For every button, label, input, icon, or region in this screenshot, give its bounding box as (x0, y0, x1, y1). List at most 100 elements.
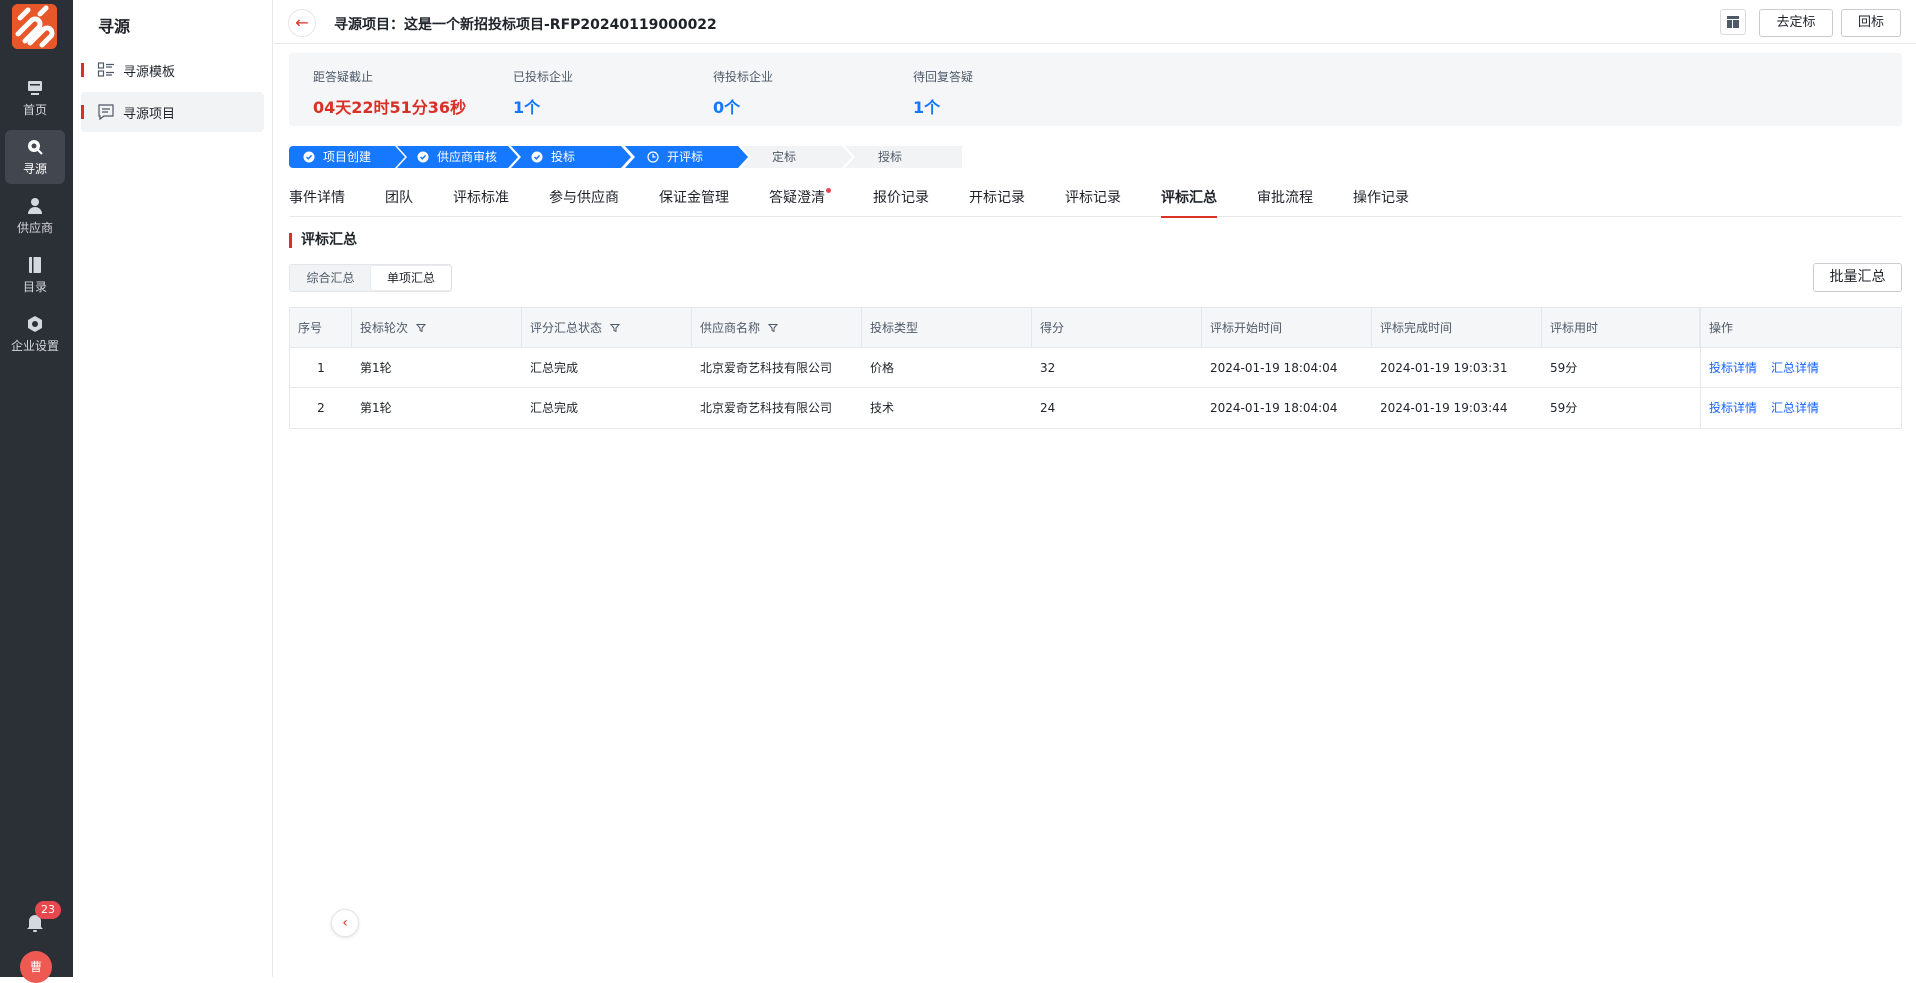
cell-actions: 投标详情 汇总详情 (1700, 388, 1833, 428)
tab-event-details[interactable]: 事件详情 (289, 187, 345, 217)
app-logo[interactable] (12, 4, 57, 49)
supplier-icon (28, 198, 42, 214)
table-row: 1 第1轮 汇总完成 北京爱奇艺科技有限公司 价格 32 2024-01-19 … (290, 348, 1901, 388)
cell-score: 24 (1040, 401, 1056, 415)
step-award-grant: 授标 (845, 146, 962, 168)
tab-evaluation-records[interactable]: 评标记录 (1065, 187, 1121, 217)
step-award-decision: 定标 (741, 146, 852, 168)
cell-score: 32 (1040, 361, 1056, 375)
page-header: ← 寻源项目：这是一个新招投标项目-RFP20240119000022 去定标 … (274, 0, 1916, 44)
unread-dot (826, 188, 831, 193)
check-circle-icon (531, 151, 543, 163)
bid-details-link[interactable]: 投标详情 (1709, 401, 1757, 415)
sidebar-item-projects[interactable]: 寻源项目 (81, 92, 264, 132)
cell-duration: 59分 (1550, 361, 1578, 375)
chevron-left-icon: ‹ (342, 915, 348, 931)
project-tabs: 事件详情 团队 评标标准 参与供应商 保证金管理 答疑澄清 报价记录 开标记录 … (289, 184, 1902, 218)
tab-deposit[interactable]: 保证金管理 (659, 187, 729, 217)
tab-quotes[interactable]: 报价记录 (873, 187, 929, 217)
step-bidding: 投标 (511, 146, 631, 168)
filter-icon[interactable] (416, 323, 427, 333)
project-stats-panel: 距答疑截止 04天22时51分36秒 已投标企业 1个 待投标企业 0个 待回复… (289, 53, 1902, 126)
cell-round: 第1轮 (360, 401, 392, 415)
col-header-actions: 操作 (1700, 308, 1901, 348)
col-header-end-time: 评标完成时间 (1372, 308, 1542, 348)
filter-icon[interactable] (610, 323, 621, 333)
nav-catalog[interactable]: 目录 (5, 248, 65, 302)
sidebar-item-marker (81, 105, 84, 119)
tab-operation-log[interactable]: 操作记录 (1353, 187, 1409, 217)
summary-mode-toggle: 综合汇总 单项汇总 (289, 264, 452, 292)
cell-start-time: 2024-01-19 18:04:04 (1210, 361, 1338, 375)
tab-suppliers[interactable]: 参与供应商 (549, 187, 619, 217)
summary-details-link[interactable]: 汇总详情 (1771, 401, 1819, 415)
app-nav-rail: 首页 寻源 供应商 目录 企业设置 23 曹 (0, 0, 73, 983)
cell-actions: 投标详情 汇总详情 (1700, 348, 1833, 387)
cell-start-time: 2024-01-19 18:04:04 (1210, 401, 1338, 415)
layout-icon (1727, 16, 1739, 28)
summary-details-link[interactable]: 汇总详情 (1771, 361, 1819, 375)
clock-icon (647, 151, 659, 163)
cell-status: 汇总完成 (530, 401, 579, 415)
section-title: 评标汇总 (289, 233, 357, 248)
tab-evaluation-criteria[interactable]: 评标标准 (453, 187, 509, 217)
table-row: 2 第1轮 汇总完成 北京爱奇艺科技有限公司 技术 24 2024-01-19 … (290, 388, 1901, 428)
step-project-created: 项目创建 (289, 146, 405, 168)
project-chat-icon (98, 104, 114, 121)
stat-bidded: 已投标企业 1个 (513, 70, 574, 117)
back-button[interactable]: ← (288, 9, 316, 37)
catalog-icon (29, 257, 41, 273)
tab-evaluation-summary[interactable]: 评标汇总 (1161, 187, 1217, 218)
filter-icon[interactable] (768, 323, 779, 333)
nav-sourcing[interactable]: 寻源 (5, 130, 65, 184)
segment-overall-summary[interactable]: 综合汇总 (291, 266, 370, 290)
layout-toggle-button[interactable] (1720, 9, 1746, 35)
nav-settings[interactable]: 企业设置 (5, 307, 65, 361)
segment-item-summary[interactable]: 单项汇总 (371, 266, 451, 290)
col-header-round[interactable]: 投标轮次 (352, 308, 522, 348)
stat-qa-deadline: 距答疑截止 04天22时51分36秒 (313, 70, 467, 117)
bid-details-link[interactable]: 投标详情 (1709, 361, 1757, 375)
col-header-no: 序号 (290, 308, 352, 348)
tab-team[interactable]: 团队 (385, 187, 413, 217)
return-bid-button[interactable]: 回标 (1841, 9, 1901, 37)
collapse-sidebar-button[interactable]: ‹ (331, 909, 359, 937)
cell-type: 技术 (870, 401, 895, 415)
home-icon (28, 81, 42, 95)
cell-no: 2 (317, 401, 325, 415)
award-button[interactable]: 去定标 (1759, 9, 1833, 37)
notification-count-badge: 23 (35, 901, 61, 919)
col-header-start-time: 评标开始时间 (1202, 308, 1372, 348)
batch-summary-button[interactable]: 批量汇总 (1813, 263, 1902, 292)
page-title: 寻源项目：这是一个新招投标项目-RFP20240119000022 (334, 17, 717, 33)
stat-pending-reply: 待回复答疑 1个 (913, 70, 974, 117)
settings-icon (28, 316, 42, 332)
check-circle-icon (303, 151, 315, 163)
check-circle-icon (417, 151, 429, 163)
cell-no: 1 (317, 361, 325, 375)
col-header-score: 得分 (1032, 308, 1202, 348)
cell-end-time: 2024-01-19 19:03:44 (1380, 401, 1508, 415)
nav-supplier[interactable]: 供应商 (5, 189, 65, 243)
step-bid-opening: 开评标 (625, 146, 748, 168)
sidebar-item-templates[interactable]: 寻源模板 (81, 50, 264, 90)
evaluation-summary-table: 序号 投标轮次 评分汇总状态 供应商名称 投标类型 得分 评标开始时间 评标完成… (289, 307, 1902, 429)
sourcing-icon (28, 140, 43, 155)
arrow-left-icon: ← (295, 13, 309, 32)
tab-approval-flow[interactable]: 审批流程 (1257, 187, 1313, 217)
cell-round: 第1轮 (360, 361, 392, 375)
sidebar-item-marker (81, 63, 84, 77)
table-header-row: 序号 投标轮次 评分汇总状态 供应商名称 投标类型 得分 评标开始时间 评标完成… (290, 308, 1901, 348)
cell-status: 汇总完成 (530, 361, 579, 375)
tab-opening-records[interactable]: 开标记录 (969, 187, 1025, 217)
col-header-type: 投标类型 (862, 308, 1032, 348)
col-header-status[interactable]: 评分汇总状态 (522, 308, 692, 348)
stat-pending-bid: 待投标企业 0个 (713, 70, 774, 117)
step-supplier-review: 供应商审核 (397, 146, 518, 168)
template-list-icon (97, 62, 114, 77)
tab-qa-clarification[interactable]: 答疑澄清 (769, 187, 831, 217)
nav-home[interactable]: 首页 (5, 71, 65, 125)
col-header-supplier[interactable]: 供应商名称 (692, 308, 862, 348)
user-avatar[interactable]: 曹 (20, 951, 52, 983)
cell-supplier: 北京爱奇艺科技有限公司 (700, 361, 833, 375)
